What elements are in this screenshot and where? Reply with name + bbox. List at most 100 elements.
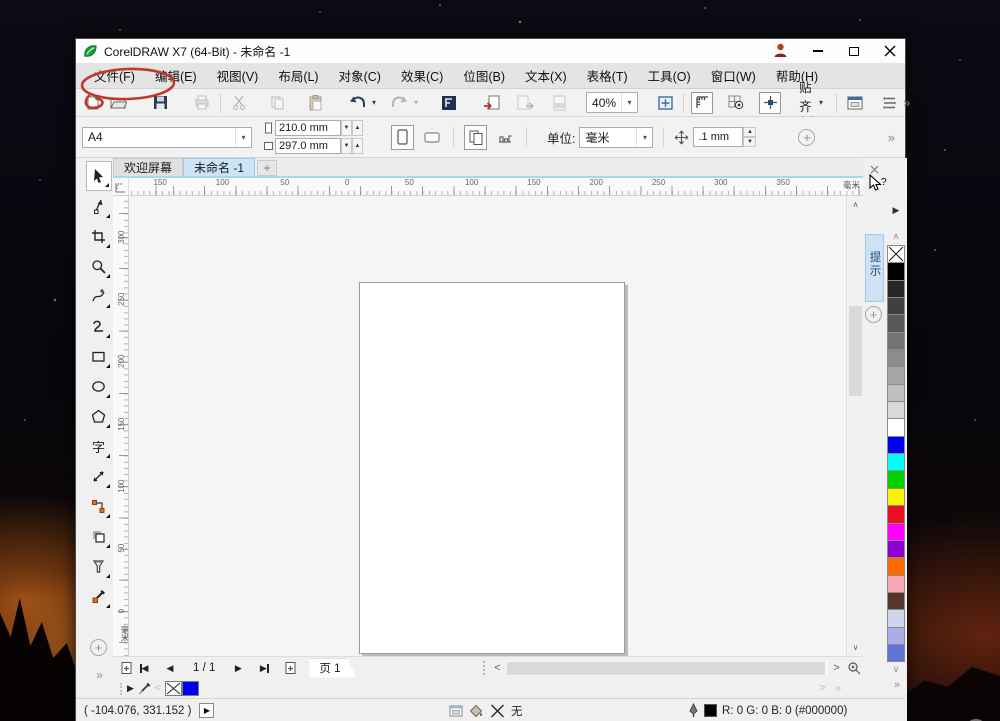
color-swatch[interactable] <box>887 314 905 333</box>
scroll-down-button[interactable]: ∨ <box>848 640 863 655</box>
save-button[interactable] <box>149 92 171 114</box>
options-button[interactable] <box>844 92 866 114</box>
tool-text[interactable]: 字 <box>86 431 112 461</box>
palette-expand-button[interactable]: » <box>894 679 900 691</box>
cut-button[interactable] <box>228 92 250 114</box>
last-page-button[interactable]: ▶ <box>255 659 273 677</box>
palette-eyedropper-icon[interactable] <box>137 682 152 696</box>
vertical-scrollbar-thumb[interactable] <box>849 306 862 396</box>
tool-transparency[interactable] <box>86 551 112 581</box>
color-swatch[interactable] <box>887 505 905 524</box>
tool-connector[interactable] <box>86 491 112 521</box>
search-content-button[interactable] <box>438 92 460 114</box>
horizontal-scrollbar-track[interactable] <box>506 660 828 676</box>
show-grid-button[interactable] <box>725 92 747 114</box>
page-1-tab[interactable]: 页 1 <box>309 659 356 678</box>
object-properties-icon[interactable] <box>449 705 463 717</box>
portrait-orientation-button[interactable] <box>391 124 414 150</box>
docker-collapse-button[interactable]: + <box>865 306 882 323</box>
page-size-dropdown-arrow[interactable]: ▾ <box>235 127 251 147</box>
document-palette-scroll-right[interactable]: > <box>820 683 826 694</box>
color-swatch[interactable] <box>887 383 905 403</box>
page-width-field[interactable]: 210.0 mm <box>275 120 341 136</box>
maximize-button[interactable] <box>843 41 865 61</box>
new-document-tab-button[interactable]: + <box>257 160 278 176</box>
tool-parallel-dimension[interactable] <box>86 461 112 491</box>
close-button[interactable] <box>879 41 901 61</box>
horizontal-scrollbar-thumb[interactable] <box>507 661 825 675</box>
menu-item[interactable]: 帮助(H) <box>766 62 828 89</box>
zoom-dropdown-arrow[interactable]: ▾ <box>621 93 637 112</box>
new-document-button[interactable] <box>82 92 104 114</box>
color-swatch[interactable] <box>887 557 905 576</box>
menu-item[interactable]: 表格(T) <box>577 62 638 89</box>
nudge-spin-up[interactable]: ▲ <box>743 127 757 137</box>
menu-item[interactable]: 对象(C) <box>329 62 391 89</box>
vertical-scrollbar[interactable]: ∧ ∨ <box>846 196 863 656</box>
page-height-field[interactable]: 297.0 mm <box>275 138 341 154</box>
menu-item[interactable]: 窗口(W) <box>701 62 766 89</box>
tool-pick[interactable] <box>85 161 112 191</box>
snap-to-button[interactable]: 贴齐(T) ▾ <box>793 81 829 129</box>
color-swatch[interactable] <box>887 435 905 455</box>
docker-close-button[interactable] <box>867 162 881 176</box>
publish-pdf-button[interactable] <box>548 92 570 114</box>
paste-button[interactable] <box>304 92 326 114</box>
color-swatch[interactable] <box>887 470 905 489</box>
nudge-offset-field[interactable]: .1 mm <box>693 127 744 147</box>
ruler-origin-corner[interactable] <box>113 178 129 196</box>
hints-docker-tab[interactable]: 提示 <box>865 234 884 302</box>
units-combobox[interactable]: 毫米 ▾ <box>579 126 654 148</box>
fill-bucket-icon[interactable] <box>469 704 484 718</box>
color-swatch[interactable] <box>887 574 905 593</box>
menu-item[interactable]: 文本(X) <box>515 62 577 89</box>
first-page-button[interactable]: ◀ <box>135 659 153 677</box>
add-page-before-button[interactable] <box>117 659 135 677</box>
scroll-up-button[interactable]: ∧ <box>848 197 863 212</box>
color-swatch[interactable] <box>887 262 905 281</box>
add-page-after-button[interactable] <box>281 659 299 677</box>
palette-scroll-up-button[interactable]: ∧ <box>893 231 900 243</box>
page-size-combobox[interactable]: A4 ▾ <box>82 126 252 148</box>
color-swatch[interactable] <box>887 401 905 420</box>
page-height-spin-up[interactable]: ▲ <box>352 138 363 154</box>
toolbar-overflow-button[interactable]: » <box>903 95 910 110</box>
vertical-ruler[interactable]: 300 250 200 150 100 50 0 毫米 <box>113 196 129 656</box>
zoom-level-combobox[interactable]: 40% ▾ <box>586 92 639 113</box>
tool-artistic-media[interactable] <box>86 311 112 341</box>
menu-item[interactable]: 位图(B) <box>453 62 515 89</box>
tool-freehand[interactable] <box>86 281 112 311</box>
tool-color-eyedropper[interactable] <box>86 581 112 611</box>
tool-drop-shadow[interactable] <box>86 521 112 551</box>
tool-crop[interactable] <box>86 221 112 251</box>
print-button[interactable] <box>191 92 213 114</box>
export-button[interactable] <box>514 92 536 114</box>
color-swatch[interactable] <box>887 609 905 628</box>
palette-scroll-down-button[interactable]: ∨ <box>893 664 900 675</box>
previous-page-button[interactable]: ◀ <box>161 659 179 677</box>
redo-dropdown-arrow[interactable]: ▾ <box>414 98 418 107</box>
tab-untitled-1[interactable]: 未命名 -1 <box>183 158 256 176</box>
color-swatch[interactable] <box>887 487 905 507</box>
account-person-icon[interactable] <box>774 43 787 58</box>
page-height-spin-down[interactable]: ▼ <box>341 138 352 154</box>
undo-dropdown-arrow[interactable]: ▾ <box>372 98 376 107</box>
minimize-button[interactable] <box>807 41 829 61</box>
page-width-spin-up[interactable]: ▲ <box>352 120 363 136</box>
tool-zoom[interactable] <box>86 251 112 281</box>
horizontal-scrollbar[interactable]: < > <box>483 657 863 679</box>
nudge-spin-down[interactable]: ▼ <box>743 137 757 147</box>
color-swatch[interactable] <box>887 453 905 472</box>
toolbox-overflow-button[interactable]: » <box>96 668 103 682</box>
tool-shape[interactable] <box>86 191 112 221</box>
outline-pen-icon[interactable] <box>688 703 699 718</box>
color-swatch[interactable] <box>887 591 905 611</box>
property-bar-overflow-button[interactable]: » <box>888 130 895 145</box>
document-palette-flyout-button[interactable]: ▶ <box>127 683 134 694</box>
document-palette-expand[interactable]: » <box>835 683 841 694</box>
scroll-right-button[interactable]: > <box>829 660 844 676</box>
menu-item[interactable]: 效果(C) <box>391 62 453 89</box>
menu-item[interactable]: 布局(L) <box>268 62 328 89</box>
color-swatch[interactable] <box>887 349 905 368</box>
show-rulers-button[interactable] <box>691 91 714 114</box>
